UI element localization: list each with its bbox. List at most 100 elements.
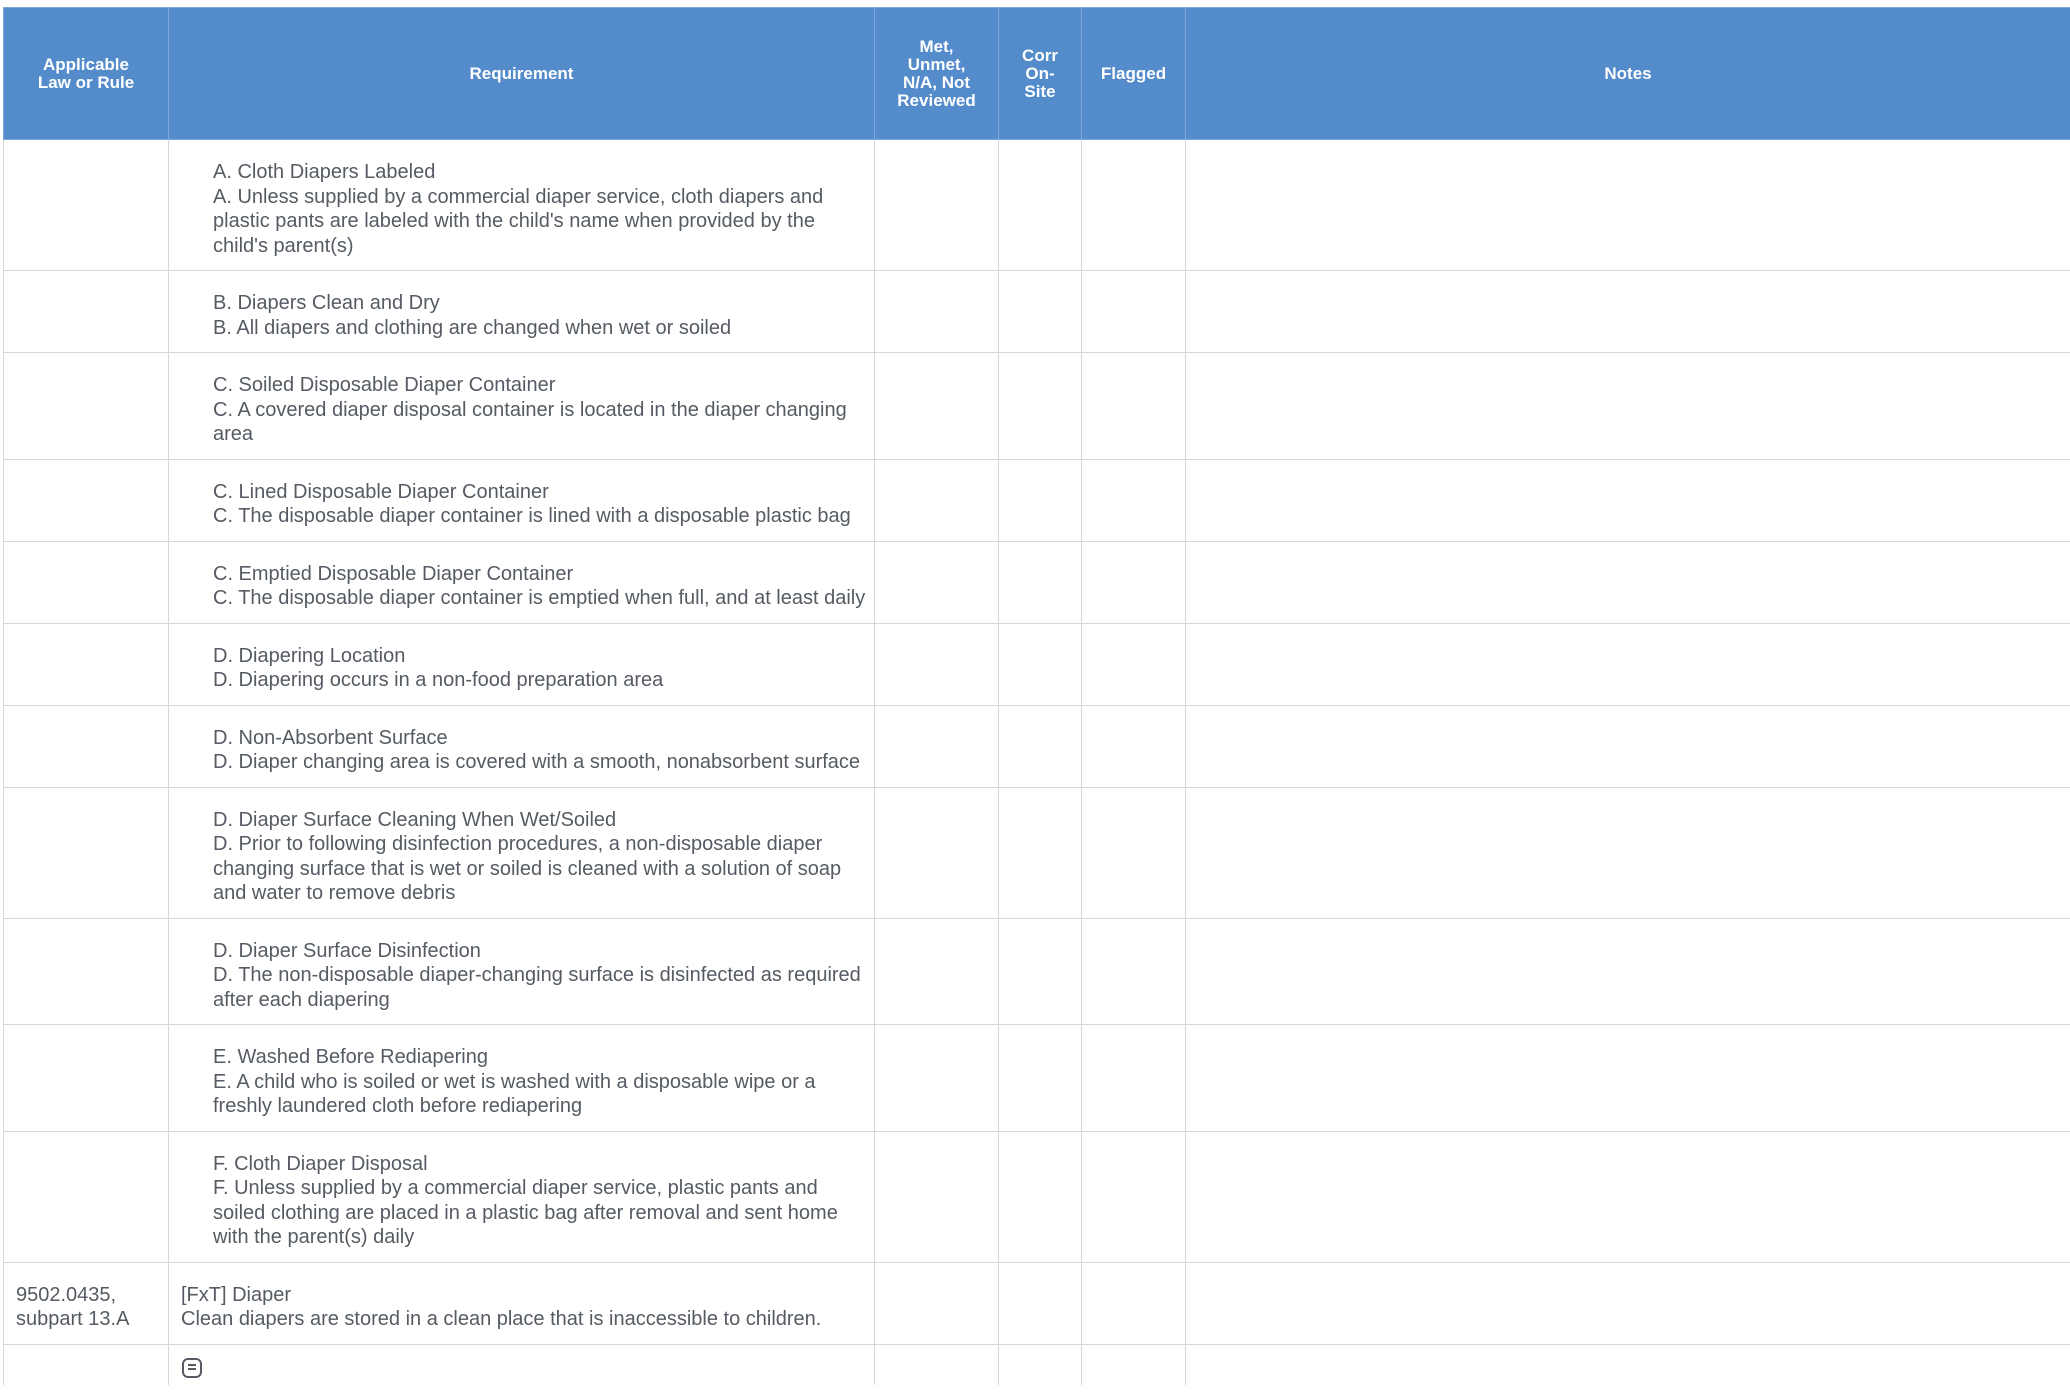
flagged-cell[interactable] bbox=[1081, 622, 1186, 706]
requirement-cell: D. Diaper Surface Cleaning When Wet/Soil… bbox=[168, 786, 875, 919]
requirement-description: C. The disposable diaper container is em… bbox=[213, 587, 866, 609]
corr-on-site-cell[interactable] bbox=[998, 704, 1082, 788]
notes-cell[interactable] bbox=[1185, 622, 2070, 706]
met-cell[interactable] bbox=[874, 540, 999, 624]
requirement-cell: D. Non-Absorbent Surface D. Diaper changi… bbox=[168, 704, 875, 788]
requirement-cell: C. Lined Disposable Diaper Container C. T… bbox=[168, 458, 875, 542]
requirement-title: D. Non-Absorbent Surface bbox=[213, 726, 448, 749]
table-row: D. Diaper Surface Disinfection D. The non… bbox=[3, 917, 2070, 1025]
corr-on-site-cell[interactable] bbox=[998, 270, 1082, 353]
document-icon[interactable] bbox=[181, 1357, 203, 1379]
law-cell bbox=[3, 1130, 169, 1263]
corr-on-site-cell[interactable] bbox=[998, 786, 1082, 919]
notes-cell[interactable] bbox=[1185, 917, 2070, 1025]
met-cell[interactable] bbox=[874, 786, 999, 919]
met-cell[interactable] bbox=[874, 704, 999, 788]
requirement-cell: E. Washed Before Rediapering E. A child w… bbox=[168, 1024, 875, 1132]
met-cell[interactable] bbox=[874, 917, 999, 1025]
requirement-description: D. The non-disposable diaper-changing su… bbox=[213, 964, 861, 1011]
corr-on-site-cell[interactable] bbox=[998, 917, 1082, 1025]
checklist-sheet: Applicable Law or Rule Requirement Met, … bbox=[3, 7, 2070, 1385]
corr-on-site-cell[interactable] bbox=[998, 139, 1082, 271]
requirement-title: E. Washed Before Rediapering bbox=[213, 1046, 488, 1068]
met-cell[interactable] bbox=[874, 1261, 999, 1345]
law-cell: 9502.0435, subpart 13.A bbox=[3, 1261, 169, 1345]
table-body: A. Cloth Diapers Labeled A. Unless suppli… bbox=[3, 139, 2070, 1385]
requirement-title: D. Diaper Surface Disinfection bbox=[213, 939, 481, 962]
corr-on-site-cell[interactable] bbox=[998, 622, 1082, 706]
law-cell bbox=[3, 352, 169, 460]
table-cell bbox=[874, 1343, 999, 1385]
law-cell bbox=[3, 917, 169, 1025]
requirement-description: E. A child who is soiled or wet is washe… bbox=[213, 1070, 816, 1118]
met-cell[interactable] bbox=[874, 1130, 999, 1263]
flagged-cell[interactable] bbox=[1081, 786, 1186, 919]
notes-cell[interactable] bbox=[1185, 458, 2070, 542]
flagged-cell[interactable] bbox=[1081, 917, 1186, 1025]
requirement-title: C. Lined Disposable Diaper Container bbox=[213, 480, 549, 503]
notes-cell[interactable] bbox=[1185, 540, 2070, 624]
requirement-description: D. Diaper changing area is covered with … bbox=[213, 751, 861, 773]
notes-cell[interactable] bbox=[1185, 352, 2070, 460]
requirement-cell: [FxT] Diaper Clean diapers are stored in … bbox=[168, 1261, 875, 1345]
flagged-cell[interactable] bbox=[1081, 139, 1186, 271]
met-cell[interactable] bbox=[874, 270, 999, 353]
flagged-cell[interactable] bbox=[1081, 1024, 1186, 1132]
table-row: C. Soiled Disposable Diaper Container C. … bbox=[3, 352, 2070, 460]
law-cell bbox=[3, 540, 169, 624]
requirement-title: [FxT] Diaper bbox=[181, 1283, 292, 1306]
notes-cell[interactable] bbox=[1185, 139, 2070, 271]
met-cell[interactable] bbox=[874, 352, 999, 460]
header-row: Applicable Law or Rule Requirement Met, … bbox=[3, 7, 2070, 140]
notes-cell[interactable] bbox=[1185, 704, 2070, 788]
table-row: D. Diapering Location D. Diapering occurs… bbox=[3, 622, 2070, 706]
header-notes: Notes bbox=[1185, 7, 2070, 140]
table-row: E. Washed Before Rediapering E. A child w… bbox=[3, 1024, 2070, 1132]
met-cell[interactable] bbox=[874, 622, 999, 706]
table-row bbox=[3, 1343, 2070, 1385]
met-cell[interactable] bbox=[874, 1024, 999, 1132]
corr-on-site-cell[interactable] bbox=[998, 1261, 1082, 1345]
corr-on-site-cell[interactable] bbox=[998, 540, 1082, 624]
table-cell bbox=[998, 1343, 1082, 1385]
header-law: Applicable Law or Rule bbox=[3, 7, 169, 140]
notes-cell[interactable] bbox=[1185, 270, 2070, 353]
flagged-cell[interactable] bbox=[1081, 1130, 1186, 1263]
requirement-title: C. Soiled Disposable Diaper Container bbox=[213, 374, 556, 396]
requirement-description: C. The disposable diaper container is li… bbox=[213, 505, 851, 527]
met-cell[interactable] bbox=[874, 139, 999, 271]
met-cell[interactable] bbox=[874, 458, 999, 542]
table-row: F. Cloth Diaper Disposal F. Unless suppli… bbox=[3, 1130, 2070, 1263]
header-requirement: Requirement bbox=[168, 7, 875, 140]
flagged-cell[interactable] bbox=[1081, 270, 1186, 353]
table-row: C. Emptied Disposable Diaper Container C.… bbox=[3, 540, 2070, 624]
requirement-title: F. Cloth Diaper Disposal bbox=[213, 1152, 428, 1175]
notes-cell[interactable] bbox=[1185, 1130, 2070, 1263]
table-row: B. Diapers Clean and Dry B. All diapers a… bbox=[3, 270, 2070, 353]
notes-cell[interactable] bbox=[1185, 1261, 2070, 1345]
requirement-title: D. Diapering Location bbox=[213, 644, 406, 667]
requirement-description: A. Unless supplied by a commercial diape… bbox=[213, 185, 824, 257]
flagged-cell[interactable] bbox=[1081, 540, 1186, 624]
corr-on-site-cell[interactable] bbox=[998, 458, 1082, 542]
flagged-cell[interactable] bbox=[1081, 352, 1186, 460]
corr-on-site-cell[interactable] bbox=[998, 1024, 1082, 1132]
table-row: D. Non-Absorbent Surface D. Diaper changi… bbox=[3, 704, 2070, 788]
flagged-cell[interactable] bbox=[1081, 458, 1186, 542]
requirement-cell: D. Diapering Location D. Diapering occurs… bbox=[168, 622, 875, 706]
requirement-title: B. Diapers Clean and Dry bbox=[213, 292, 440, 314]
notes-cell[interactable] bbox=[1185, 786, 2070, 919]
table-cell bbox=[1185, 1343, 2070, 1385]
corr-on-site-cell[interactable] bbox=[998, 1130, 1082, 1263]
requirement-title: C. Emptied Disposable Diaper Container bbox=[213, 562, 574, 585]
law-cell bbox=[3, 139, 169, 271]
notes-cell[interactable] bbox=[1185, 1024, 2070, 1132]
corr-on-site-cell[interactable] bbox=[998, 352, 1082, 460]
table-row: C. Lined Disposable Diaper Container C. T… bbox=[3, 458, 2070, 542]
requirement-cell: D. Diaper Surface Disinfection D. The non… bbox=[168, 917, 875, 1025]
flagged-cell[interactable] bbox=[1081, 1261, 1186, 1345]
flagged-cell[interactable] bbox=[1081, 704, 1186, 788]
header-corr-on-site: Corr On-Site bbox=[998, 7, 1082, 140]
table-row: D. Diaper Surface Cleaning When Wet/Soil… bbox=[3, 786, 2070, 919]
law-cell bbox=[3, 704, 169, 788]
